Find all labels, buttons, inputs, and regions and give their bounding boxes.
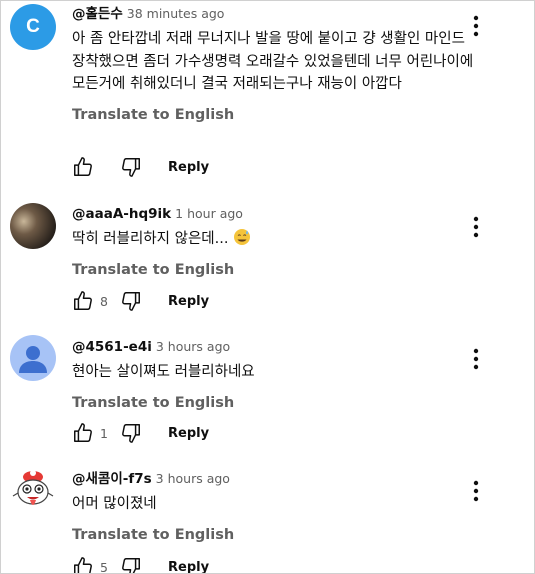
comment-text: 아 좀 안타깝네 저래 무너지나 발을 땅에 붙이고 걍 생활인 마인드 장착했… (72, 31, 474, 92)
comment-body: @aaaA-hq9ik 1 hour ago 딱히 러블리하지 않은데... Tr… (72, 205, 476, 280)
thumbs-up-icon[interactable] (72, 290, 94, 312)
comment-actions: Reply (72, 155, 209, 179)
more-actions-icon[interactable] (465, 215, 487, 239)
thumbs-up-icon[interactable] (72, 156, 94, 178)
translate-button[interactable]: Translate to English (72, 105, 476, 125)
comment-timestamp[interactable]: 1 hour ago (175, 206, 243, 221)
reply-button[interactable]: Reply (168, 426, 209, 441)
comment-text: 딱히 러블리하지 않은데... (72, 228, 476, 251)
thumbs-down-icon[interactable] (120, 290, 142, 312)
thumbs-down-icon[interactable] (120, 556, 142, 574)
avatar[interactable] (10, 467, 56, 513)
more-actions-icon[interactable] (465, 14, 487, 38)
translate-button[interactable]: Translate to English (72, 260, 476, 280)
avatar[interactable]: C (10, 4, 56, 50)
comment-timestamp[interactable]: 3 hours ago (156, 339, 230, 354)
comments-section: C @홀든수 38 minutes ago 아 좀 안타깝네 저래 무너지나 발을… (0, 0, 535, 574)
more-actions-icon[interactable] (465, 347, 487, 371)
avatar[interactable] (10, 335, 56, 381)
more-actions-icon[interactable] (465, 479, 487, 503)
comment-text-content: 딱히 러블리하지 않은데... (72, 231, 229, 247)
author-handle[interactable]: @aaaA-hq9ik (72, 206, 171, 222)
like-count: 1 (100, 425, 108, 441)
thumbs-up-icon[interactable] (72, 556, 94, 574)
default-person-icon (10, 335, 56, 381)
like-count: 5 (100, 559, 108, 574)
comment-body: @4561-e4i 3 hours ago 현아는 살이쪄도 러블리하네요 Tra… (72, 338, 476, 413)
avatar[interactable] (10, 203, 56, 249)
reply-button[interactable]: Reply (168, 294, 209, 309)
comment-text: 어머 많이졌네 (72, 496, 157, 512)
comment-actions: 8 Reply (72, 289, 209, 313)
comment-timestamp[interactable]: 38 minutes ago (127, 6, 225, 21)
avatar-photo (10, 203, 56, 249)
reply-button[interactable]: Reply (168, 560, 209, 574)
translate-button[interactable]: Translate to English (72, 393, 476, 413)
author-handle[interactable]: @4561-e4i (72, 339, 152, 355)
comment-header: @새콤이-f7s 3 hours ago (72, 470, 476, 488)
comment-actions: 5 Reply (72, 555, 209, 574)
translate-button[interactable]: Translate to English (72, 525, 476, 545)
reply-button[interactable]: Reply (168, 160, 209, 175)
sweat-smile-emoji (234, 229, 251, 245)
comment-header: @4561-e4i 3 hours ago (72, 338, 476, 356)
comment-actions: 1 Reply (72, 421, 209, 445)
comment-body: @새콤이-f7s 3 hours ago 어머 많이졌네 Translate to… (72, 470, 476, 545)
comment-header: @홀든수 38 minutes ago (72, 5, 476, 23)
author-handle[interactable]: @홀든수 (72, 6, 123, 22)
author-handle[interactable]: @새콤이-f7s (72, 471, 152, 487)
thumbs-up-icon[interactable] (72, 422, 94, 444)
avatar-letter: C (26, 16, 40, 37)
like-count: 8 (100, 293, 108, 309)
thumbs-down-icon[interactable] (120, 422, 142, 444)
comment-text: 현아는 살이쪄도 러블리하네요 (72, 364, 255, 380)
thumbs-down-icon[interactable] (120, 156, 142, 178)
cartoon-avatar-icon (10, 467, 56, 513)
comment-timestamp[interactable]: 3 hours ago (156, 471, 230, 486)
comment-body: @홀든수 38 minutes ago 아 좀 안타깝네 저래 무너지나 발을 땅… (72, 5, 476, 125)
comment-header: @aaaA-hq9ik 1 hour ago (72, 205, 476, 223)
